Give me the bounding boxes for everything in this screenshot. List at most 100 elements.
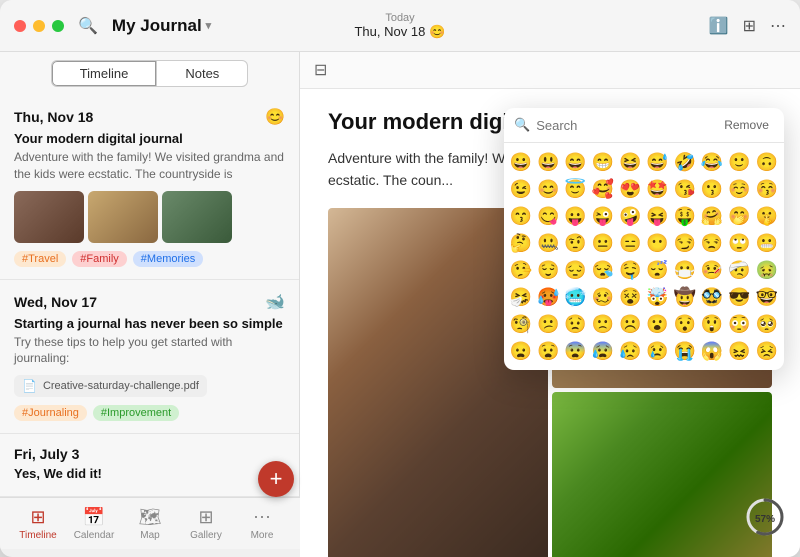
emoji-cell[interactable]: 😜 <box>590 203 616 229</box>
emoji-cell[interactable]: 🤨 <box>563 230 589 256</box>
emoji-cell[interactable]: 🤭 <box>726 203 752 229</box>
emoji-search-input[interactable] <box>536 118 712 133</box>
emoji-cell[interactable]: 😆 <box>617 149 643 175</box>
emoji-cell[interactable]: 🥵 <box>535 284 561 310</box>
fullscreen-button[interactable] <box>52 20 64 32</box>
emoji-cell[interactable]: 😷 <box>672 257 698 283</box>
emoji-cell[interactable]: 😘 <box>672 176 698 202</box>
emoji-cell[interactable]: 😨 <box>563 338 589 364</box>
emoji-cell[interactable]: 🤑 <box>672 203 698 229</box>
emoji-cell[interactable]: 🤥 <box>508 257 534 283</box>
emoji-cell[interactable]: 😐 <box>590 230 616 256</box>
tag[interactable]: #Memories <box>133 251 203 267</box>
tag[interactable]: #Improvement <box>93 405 179 421</box>
emoji-cell[interactable]: 🤯 <box>644 284 670 310</box>
tag[interactable]: #Journaling <box>14 405 87 421</box>
emoji-cell[interactable]: 😧 <box>535 338 561 364</box>
emoji-cell[interactable]: 🤗 <box>699 203 725 229</box>
emoji-cell[interactable]: 🤩 <box>644 176 670 202</box>
emoji-cell[interactable]: 🤪 <box>617 203 643 229</box>
emoji-cell[interactable]: 🙁 <box>590 311 616 337</box>
more-icon[interactable]: ⋯ <box>770 16 786 36</box>
emoji-cell[interactable]: 😯 <box>672 311 698 337</box>
tab-notes[interactable]: Notes <box>157 60 248 87</box>
emoji-cell[interactable]: 🤒 <box>699 257 725 283</box>
tag[interactable]: #Family <box>72 251 127 267</box>
emoji-cell[interactable]: 🥶 <box>563 284 589 310</box>
emoji-cell[interactable]: 😲 <box>699 311 725 337</box>
sidebar-item-gallery[interactable]: ⊞ Gallery <box>178 507 234 541</box>
emoji-cell[interactable]: 😀 <box>508 149 534 175</box>
emoji-cell[interactable]: 😌 <box>535 257 561 283</box>
emoji-cell[interactable]: 😣 <box>754 338 780 364</box>
emoji-cell[interactable]: 😑 <box>617 230 643 256</box>
emoji-cell[interactable]: 😇 <box>563 176 589 202</box>
attachment[interactable]: 📄 Creative-saturday-challenge.pdf <box>14 375 207 397</box>
emoji-cell[interactable]: 😝 <box>644 203 670 229</box>
chart-icon[interactable]: ⊞ <box>743 16 756 36</box>
emoji-cell[interactable]: 🙂 <box>726 149 752 175</box>
emoji-cell[interactable]: 😗 <box>699 176 725 202</box>
emoji-cell[interactable]: 🤢 <box>754 257 780 283</box>
emoji-cell[interactable]: 😬 <box>754 230 780 256</box>
emoji-cell[interactable]: 😎 <box>726 284 752 310</box>
emoji-cell[interactable]: 😍 <box>617 176 643 202</box>
emoji-cell[interactable]: 😶 <box>644 230 670 256</box>
add-entry-button[interactable]: + <box>258 461 294 497</box>
emoji-cell[interactable]: 🤧 <box>508 284 534 310</box>
emoji-cell[interactable]: 😃 <box>535 149 561 175</box>
tab-timeline[interactable]: Timeline <box>51 60 158 87</box>
sidebar-item-calendar[interactable]: 📅 Calendar <box>66 507 122 541</box>
emoji-cell[interactable]: 😥 <box>617 338 643 364</box>
emoji-cell[interactable]: 😁 <box>590 149 616 175</box>
minimize-button[interactable] <box>33 20 45 32</box>
emoji-cell[interactable]: 🥰 <box>590 176 616 202</box>
emoji-cell[interactable]: 😢 <box>644 338 670 364</box>
emoji-cell[interactable]: 🤣 <box>672 149 698 175</box>
emoji-cell[interactable]: 🤐 <box>535 230 561 256</box>
emoji-cell[interactable]: 🤤 <box>617 257 643 283</box>
close-button[interactable] <box>14 20 26 32</box>
emoji-cell[interactable]: 😱 <box>699 338 725 364</box>
emoji-cell[interactable]: 😏 <box>672 230 698 256</box>
list-item[interactable]: Wed, Nov 17 🐋 Starting a journal has nev… <box>0 280 299 435</box>
emoji-cell[interactable]: 😄 <box>563 149 589 175</box>
sidebar-item-map[interactable]: 🗺 Map <box>122 507 178 541</box>
emoji-cell[interactable]: 😴 <box>644 257 670 283</box>
emoji-cell[interactable]: 😳 <box>726 311 752 337</box>
emoji-cell[interactable]: 😕 <box>535 311 561 337</box>
emoji-cell[interactable]: 😉 <box>508 176 534 202</box>
emoji-cell[interactable]: 🤠 <box>672 284 698 310</box>
emoji-cell[interactable]: 🤔 <box>508 230 534 256</box>
emoji-cell[interactable]: 🤓 <box>754 284 780 310</box>
emoji-cell[interactable]: 😋 <box>535 203 561 229</box>
emoji-cell[interactable]: 🥸 <box>699 284 725 310</box>
emoji-cell[interactable]: ☺️ <box>726 176 752 202</box>
emoji-cell[interactable]: 🤫 <box>754 203 780 229</box>
emoji-cell[interactable]: 🧐 <box>508 311 534 337</box>
emoji-cell[interactable]: 😚 <box>754 176 780 202</box>
emoji-remove-button[interactable]: Remove <box>718 116 775 134</box>
emoji-cell[interactable]: 🙄 <box>726 230 752 256</box>
journal-title[interactable]: My Journal ▾ <box>112 16 211 36</box>
emoji-cell[interactable]: 😭 <box>672 338 698 364</box>
emoji-cell[interactable]: 😒 <box>699 230 725 256</box>
emoji-cell[interactable]: 😂 <box>699 149 725 175</box>
info-icon[interactable]: ℹ️ <box>709 16 729 36</box>
emoji-cell[interactable]: 😔 <box>563 257 589 283</box>
emoji-cell[interactable]: 😙 <box>508 203 534 229</box>
emoji-cell[interactable]: 😰 <box>590 338 616 364</box>
panel-columns-icon[interactable]: ⊟ <box>314 60 327 80</box>
list-item[interactable]: Fri, July 3 Yes, We did it! <box>0 434 299 497</box>
tag[interactable]: #Travel <box>14 251 66 267</box>
emoji-cell[interactable]: 😪 <box>590 257 616 283</box>
emoji-cell[interactable]: 🤕 <box>726 257 752 283</box>
search-icon[interactable]: 🔍 <box>78 16 98 36</box>
emoji-cell[interactable]: 😖 <box>726 338 752 364</box>
emoji-cell[interactable]: 😊 <box>535 176 561 202</box>
list-item[interactable]: Thu, Nov 18 😊 Your modern digital journa… <box>0 95 299 280</box>
emoji-cell[interactable]: 😛 <box>563 203 589 229</box>
emoji-cell[interactable]: 🥴 <box>590 284 616 310</box>
emoji-cell[interactable]: 😅 <box>644 149 670 175</box>
emoji-cell[interactable]: 🙃 <box>754 149 780 175</box>
